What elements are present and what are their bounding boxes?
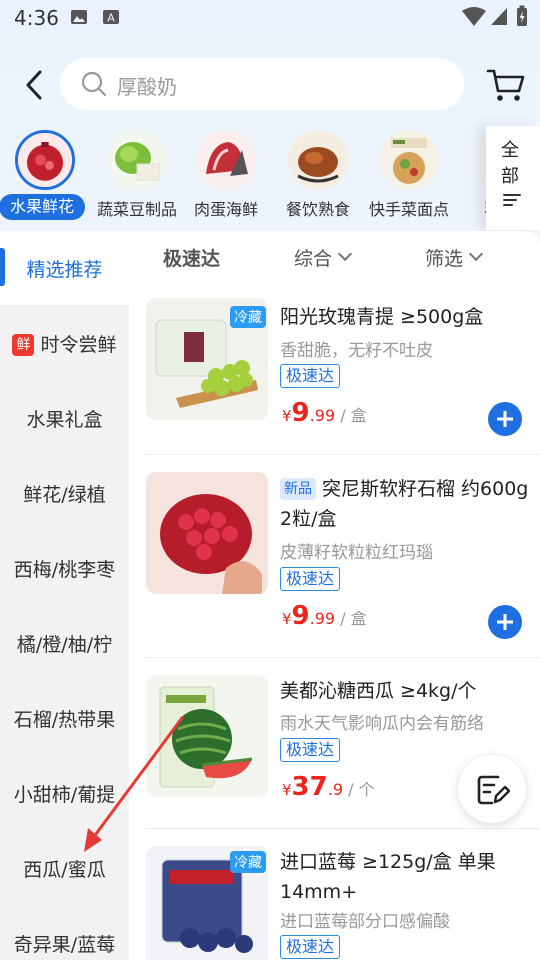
product-title[interactable]: 美都沁糖西瓜 ≥4kg/个: [280, 676, 532, 706]
price-decimal: .9: [327, 780, 343, 799]
divider: [146, 454, 540, 455]
search-icon: [81, 71, 107, 97]
product-title[interactable]: 阳光玫瑰青提 ≥500g盒: [280, 302, 532, 332]
tab-filter[interactable]: 筛选: [425, 244, 484, 271]
price-integer: 9: [291, 398, 310, 428]
tab-filter-label: 筛选: [425, 248, 464, 270]
a-icon: A: [103, 10, 119, 25]
tab-speed-delivery[interactable]: 极速达: [163, 244, 220, 271]
price-unit: / 盒: [340, 406, 367, 425]
nav-item-seasonal[interactable]: 鲜时令尝鲜: [0, 330, 129, 357]
chilled-badge: 冷藏: [230, 306, 266, 328]
price-unit: / 个: [348, 780, 375, 799]
status-time: 4:36: [14, 6, 59, 30]
product-subtitle: 香甜脆，无籽不吐皮: [280, 341, 433, 361]
nav-item-melon[interactable]: 西瓜/蜜瓜: [0, 855, 129, 882]
category-deli[interactable]: 餐饮熟食: [270, 128, 366, 220]
back-arrow-icon[interactable]: [22, 68, 52, 102]
nav-item-prunes[interactable]: 西梅/桃李枣: [0, 555, 129, 582]
nav-item-persimmon-grape[interactable]: 小甜柿/葡提: [0, 780, 129, 807]
cart-icon[interactable]: [486, 66, 526, 104]
speed-delivery-chip: 极速达: [280, 738, 341, 762]
product-subtitle: 皮薄籽软粒粒红玛瑙: [280, 543, 433, 563]
speed-delivery-chip: 极速达: [280, 567, 341, 591]
product-image-watermelon[interactable]: [146, 675, 268, 797]
chevron-down-icon: [337, 246, 353, 262]
list-filter-icon: [503, 194, 521, 206]
vegetable-image: [107, 130, 167, 190]
edit-note-icon: [477, 775, 510, 805]
pomegranate-image: [15, 130, 75, 190]
product-price: ¥9.99 / 盒: [282, 398, 367, 428]
price-currency: ¥: [282, 407, 292, 425]
nav-item-gift-box[interactable]: 水果礼盒: [0, 405, 129, 432]
category-quick-meal[interactable]: 快手菜面点: [361, 128, 457, 220]
category-fruit-flower[interactable]: 水果鲜花: [0, 128, 93, 220]
price-decimal: .99: [309, 609, 336, 628]
nav-item-flowers[interactable]: 鲜花/绿植: [0, 480, 129, 507]
product-price: ¥9.99 / 盒: [282, 601, 367, 631]
app-screen: 4:36 A 厚酸奶 水果鲜花 蔬菜豆制品 肉蛋海鲜 餐饮熟食 快手菜面点 乳品…: [0, 0, 540, 960]
noodle-pack-image: [379, 130, 439, 190]
price-unit: / 盒: [340, 609, 367, 628]
add-to-cart-button[interactable]: [488, 605, 522, 639]
chevron-down-icon: [468, 246, 484, 262]
product-title-text: 突尼斯软籽石榴 约600g 2粒/盒: [280, 478, 529, 530]
new-product-tag: 新品: [280, 478, 316, 500]
tab-overall-label: 综合: [294, 248, 333, 270]
roast-duck-image: [288, 130, 348, 190]
product-subtitle: 雨水天气影响瓜内会有筋络: [280, 714, 484, 734]
tab-overall-sort[interactable]: 综合: [294, 244, 353, 271]
category-vegetables[interactable]: 蔬菜豆制品: [89, 128, 185, 220]
price-integer: 37: [291, 772, 328, 802]
category-label: 水果鲜花: [0, 194, 85, 220]
product-subtitle: 进口蓝莓部分口感偏酸: [280, 912, 450, 932]
nav-item-citrus[interactable]: 橘/橙/柚/柠: [0, 630, 129, 657]
product-price: ¥37.9 / 个: [282, 772, 375, 802]
gallery-icon: [71, 10, 87, 24]
price-currency: ¥: [282, 610, 292, 628]
all-categories-label: 全部: [501, 140, 519, 187]
wifi-icon: [462, 7, 486, 26]
all-categories-button[interactable]: 全部: [486, 126, 540, 230]
divider: [146, 828, 540, 829]
fresh-tag: 鲜: [12, 334, 35, 356]
nav-item-tropical[interactable]: 石榴/热带果: [0, 705, 129, 732]
price-decimal: .99: [309, 406, 336, 425]
product-title[interactable]: 进口蓝莓 ≥125g/盒 单果14mm+: [280, 847, 532, 907]
speed-delivery-chip: 极速达: [280, 935, 341, 959]
nav-item-label: 时令尝鲜: [40, 334, 117, 356]
product-title[interactable]: 新品 突尼斯软籽石榴 约600g 2粒/盒: [280, 474, 532, 534]
svg-text:A: A: [107, 12, 115, 25]
battery-icon: [517, 5, 527, 26]
speed-delivery-chip: 极速达: [280, 364, 341, 388]
nav-item-recommended[interactable]: 精选推荐: [0, 255, 129, 282]
add-to-cart-button[interactable]: [488, 402, 522, 436]
price-integer: 9: [291, 601, 310, 631]
price-currency: ¥: [282, 781, 292, 799]
product-image-pomegranate[interactable]: [146, 472, 268, 594]
divider: [146, 657, 540, 658]
edit-note-button[interactable]: [458, 755, 526, 823]
nav-item-kiwi-blueberry[interactable]: 奇异果/蓝莓: [0, 930, 129, 957]
search-placeholder[interactable]: 厚酸奶: [117, 71, 177, 100]
chilled-badge: 冷藏: [230, 851, 266, 873]
category-meat-seafood[interactable]: 肉蛋海鲜: [178, 128, 274, 220]
meat-image: [196, 130, 256, 190]
signal-icon: [491, 8, 507, 25]
